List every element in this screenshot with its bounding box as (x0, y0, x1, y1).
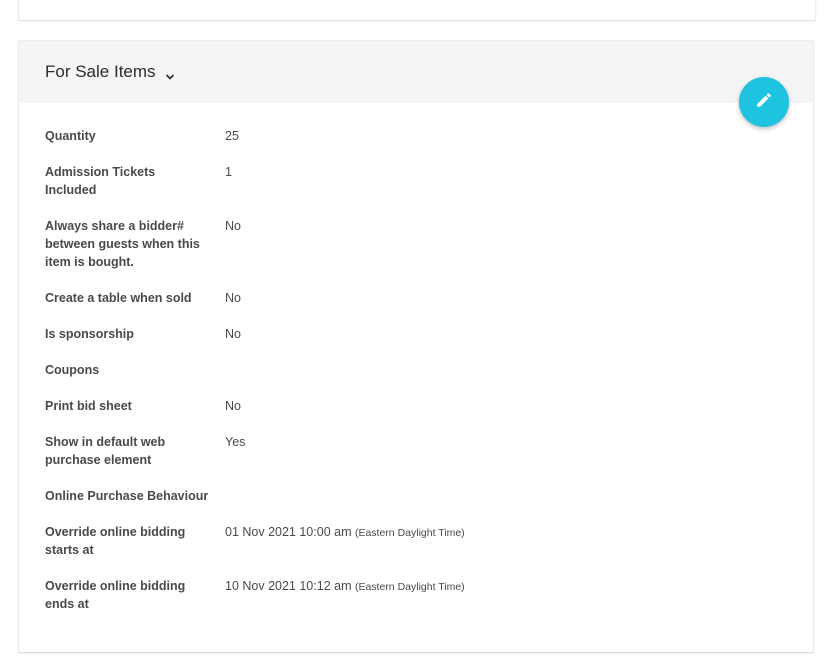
field-value: 10 Nov 2021 10:12 am (Eastern Daylight T… (225, 577, 465, 596)
pencil-icon (755, 91, 773, 114)
field-label: Show in default web purchase element (45, 435, 166, 467)
field-label: Override online bidding starts at (45, 525, 186, 557)
field-label: Print bid sheet (45, 399, 132, 413)
field-value: Yes (225, 435, 246, 449)
field-value: 25 (225, 129, 239, 143)
for-sale-items-card: For Sale Items Quantity 25 Admission Tic… (18, 40, 814, 653)
chevron-down-icon (165, 67, 175, 80)
timezone-label: (Eastern Daylight Time) (354, 581, 465, 593)
field-value: No (225, 399, 241, 413)
field-value: No (225, 291, 241, 305)
field-label: Quantity (45, 129, 96, 143)
timezone-label: (Eastern Daylight Time) (354, 527, 465, 539)
field-value: No (225, 327, 241, 341)
field-label: Is sponsorship (45, 327, 134, 341)
field-label: Online Purchase Behaviour (45, 489, 209, 503)
card-header: For Sale Items (19, 41, 813, 103)
datetime-value: 01 Nov 2021 10:00 am (225, 525, 352, 539)
field-value: 1 (225, 165, 232, 179)
edit-button[interactable] (739, 77, 789, 127)
previous-card (18, 0, 816, 21)
datetime-value: 10 Nov 2021 10:12 am (225, 579, 352, 593)
field-value: No (225, 219, 241, 233)
field-label: Coupons (45, 363, 100, 377)
field-label: Admission Tickets Included (45, 165, 156, 197)
field-label: Create a table when sold (45, 291, 192, 305)
field-label: Always share a bidder# between guests wh… (45, 219, 200, 269)
field-value: 01 Nov 2021 10:00 am (Eastern Daylight T… (225, 523, 465, 542)
section-title: For Sale Items (45, 62, 156, 81)
field-label: Override online bidding ends at (45, 579, 186, 611)
section-toggle[interactable]: For Sale Items (45, 62, 175, 82)
